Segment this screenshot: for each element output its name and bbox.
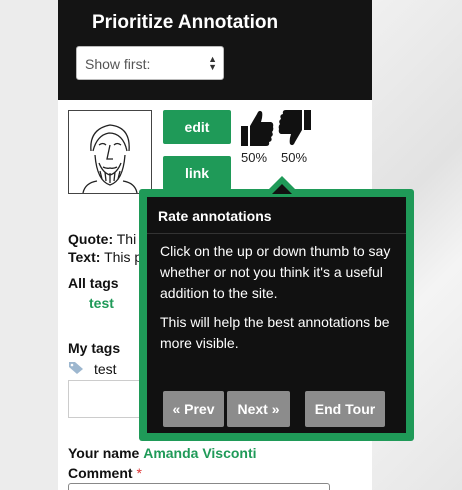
all-tags-item[interactable]: test bbox=[89, 295, 114, 311]
tour-prev-button[interactable]: « Prev bbox=[163, 391, 224, 427]
text-row: Text: This p bbox=[68, 249, 142, 265]
your-name-label: Your name bbox=[68, 445, 140, 461]
page-background-left bbox=[0, 0, 58, 490]
quote-row: Quote: Thi bbox=[68, 231, 136, 247]
your-name-value[interactable]: Amanda Visconti bbox=[143, 445, 256, 461]
comment-label: Comment bbox=[68, 465, 133, 481]
link-button[interactable]: link bbox=[163, 156, 231, 190]
show-first-select[interactable]: Show first: ▲ ▼ bbox=[76, 46, 224, 80]
text-value: This p bbox=[104, 249, 143, 265]
thumbs-up-icon[interactable] bbox=[239, 108, 275, 148]
text-label: Text: bbox=[68, 249, 101, 265]
thumbs-down-percent: 50% bbox=[281, 150, 308, 165]
avatar bbox=[68, 110, 152, 194]
required-mark: * bbox=[136, 465, 142, 481]
tour-popover: Rate annotations Click on the up or down… bbox=[139, 189, 414, 441]
tour-paragraph-2: This will help the best annotations be m… bbox=[160, 314, 390, 351]
tour-paragraph-1: Click on the up or down thumb to say whe… bbox=[160, 243, 391, 301]
comment-input[interactable] bbox=[68, 483, 330, 490]
tag-icon bbox=[68, 361, 84, 375]
all-tags-label: All tags bbox=[68, 275, 119, 291]
tour-divider bbox=[147, 233, 406, 234]
panel-header: Prioritize Annotation Show first: ▲ ▼ bbox=[58, 0, 372, 100]
edit-button[interactable]: edit bbox=[163, 110, 231, 144]
show-first-select-value: Show first: bbox=[85, 56, 151, 72]
my-tags-item[interactable]: test bbox=[94, 361, 117, 377]
quote-label: Quote: bbox=[68, 231, 114, 247]
tour-title: Rate annotations bbox=[158, 208, 272, 224]
comment-row: Comment * bbox=[68, 465, 142, 481]
tour-next-button[interactable]: Next » bbox=[227, 391, 290, 427]
my-tags-label: My tags bbox=[68, 340, 121, 356]
select-arrows-icon: ▲ ▼ bbox=[208, 54, 217, 72]
tour-pointer-inner bbox=[272, 184, 292, 194]
thumbs-down-icon[interactable] bbox=[277, 108, 313, 148]
panel-title: Prioritize Annotation bbox=[92, 12, 279, 33]
thumbs-up-percent: 50% bbox=[241, 150, 268, 165]
tour-content: Rate annotations Click on the up or down… bbox=[147, 197, 406, 433]
quote-value: Thi bbox=[116, 231, 137, 247]
your-name-row: Your name Amanda Visconti bbox=[68, 445, 257, 461]
tour-end-button[interactable]: End Tour bbox=[305, 391, 385, 427]
